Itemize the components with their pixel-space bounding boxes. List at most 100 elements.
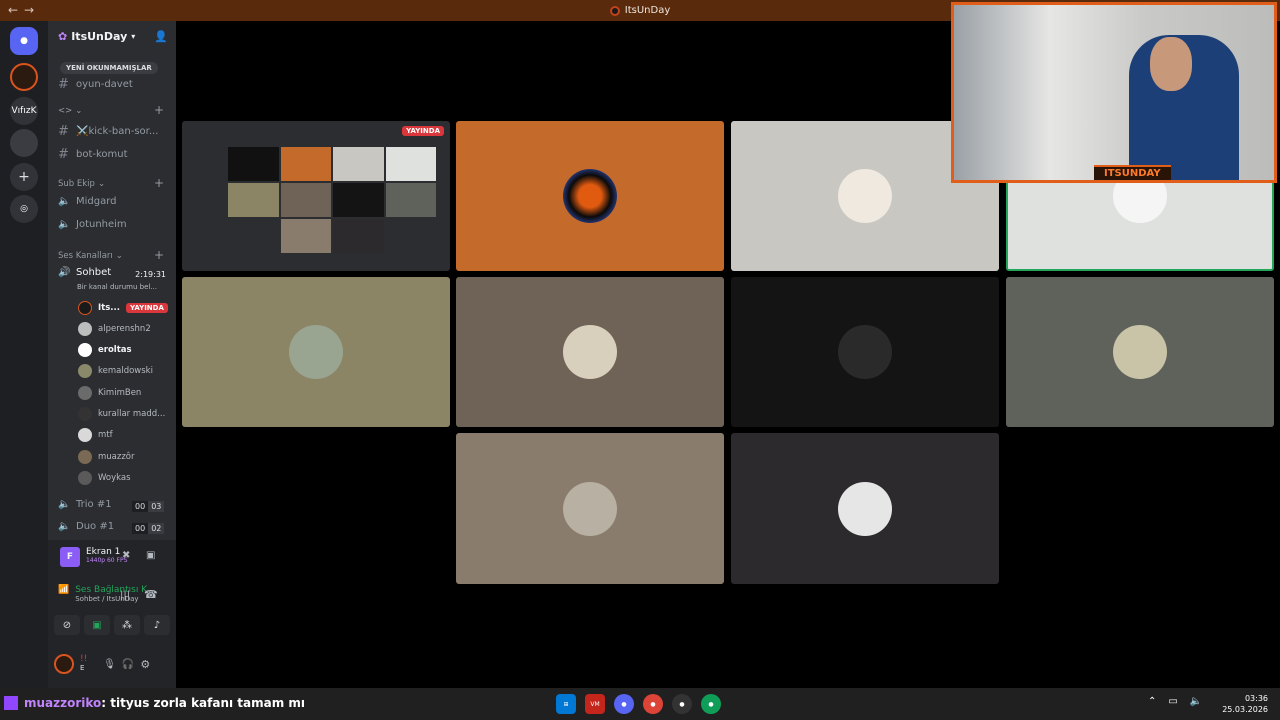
category-sub-ekip[interactable]: Sub Ekip ⌄ [58,179,105,189]
window-title: ItsUnDay [624,5,671,16]
chevron-down-icon: ▾ [131,32,136,41]
soundboard-button[interactable]: ♪ [144,615,170,635]
invite-user-icon[interactable]: 👤 [154,30,168,43]
voice-panel: F Ekran 1 1440p 60 FPS ✖ ▣ 📶 Ses Bağlantı… [48,540,176,688]
category-voice[interactable]: Ses Kanalları ⌄ [58,251,123,261]
twitch-icon [4,696,18,710]
noise-icon[interactable]: ||| [120,590,130,601]
clock[interactable]: 03:36 25.03.2026 [1222,693,1268,715]
live-badge: YAYINDA [402,126,444,136]
video-tile[interactable] [456,277,724,427]
avatar [838,169,892,223]
server-folder-icon[interactable] [10,129,38,157]
avatar[interactable] [54,654,74,674]
video-tile[interactable] [731,433,999,584]
video-tile[interactable] [456,121,724,271]
avatar [563,481,617,536]
server-name: ItsUnDay [71,30,128,43]
voice-channel-sohbet[interactable]: 🔊 Sohbet [58,267,111,278]
add-server-icon[interactable]: + [10,163,38,191]
mic-icon[interactable]: 🎙 [103,659,116,670]
screen-share-button[interactable]: ▣ [84,615,110,635]
voice-user[interactable]: eroltas [78,340,132,360]
server-rail: ● VıfızK + ◎ [0,21,48,688]
activities-button[interactable]: ⁂ [114,615,140,635]
avatar [563,169,617,223]
headphones-icon[interactable]: 🎧 [122,659,134,670]
network-icon[interactable]: ▭ [1168,696,1177,707]
hash-icon: # [58,147,69,162]
volume-icon[interactable]: 🔈 [1190,696,1202,707]
voice-user[interactable]: kemaldowski [78,361,153,381]
avatar [78,428,92,442]
voice-user[interactable]: kurallar madd... [78,404,165,424]
voice-user[interactable]: alperenshn2 [78,319,151,339]
screen-share-info: F Ekran 1 1440p 60 FPS [60,547,127,567]
server-itsunday-icon[interactable] [10,63,38,91]
server-header[interactable]: ✿ ItsUnDay ▾ [58,30,135,43]
stream-tile[interactable]: YAYINDA [182,121,450,271]
user-bar: !! E 🎙 🎧 ⚙ [54,652,170,676]
disconnect-icon[interactable]: ☎ [144,588,158,601]
live-badge: YAYINDA [125,303,168,313]
discord-icon[interactable]: ● [614,694,634,714]
voice-user[interactable]: KimimBen [78,383,141,403]
streamer-head [1150,37,1192,91]
add-channel-icon[interactable]: + [154,176,164,190]
screen-icon: F [60,547,80,567]
windows-start-icon[interactable]: ⊞ [556,694,576,714]
speaker-icon: 🔈 [58,499,71,510]
new-unread-pill[interactable]: YENİ OKUNMAMIŞLAR [60,62,158,74]
avatar [78,407,92,421]
avatar [289,325,343,379]
avatar [78,343,92,357]
voice-user[interactable]: Its... YAYINDA [78,298,168,318]
voice-user[interactable]: Woykas [78,468,131,488]
video-tile[interactable] [1006,277,1274,427]
chrome-icon-2[interactable]: ● [701,694,721,714]
chrome-icon[interactable]: ● [643,694,663,714]
user-count: 00 03 [132,501,165,512]
category-header[interactable]: <> ⌄ [58,106,82,116]
voice-user[interactable]: mtf [78,425,113,445]
chat-user: muazzoriko [24,696,102,710]
system-tray: ⌃ ▭ 🔈 [1148,696,1202,707]
video-tile[interactable] [456,433,724,584]
server-vifizk[interactable]: VıfızK [10,97,38,125]
camera-off-button[interactable]: ⊘ [54,615,80,635]
taskbar: muazzoriko : tityus zorla kafanı tamam m… [0,688,1280,720]
channel-bot-komut[interactable]: # bot-komut [58,147,128,162]
channel-status[interactable]: Bir kanal durumu bel... [77,283,157,291]
voice-channel-trio[interactable]: 🔈 Trio #1 [58,499,112,510]
nav-arrows[interactable]: ←→ [8,3,40,17]
channel-kick-ban[interactable]: # ⚔️kick-ban-sor... [58,124,158,139]
tray-expand-icon[interactable]: ⌃ [1148,696,1156,707]
avatar [78,471,92,485]
speaker-icon: 🔈 [58,521,71,532]
popout-icon[interactable]: ▣ [146,550,155,561]
channel-oyun-davet[interactable]: # oyun-davet [58,77,133,92]
chat-message: : tityus zorla kafanı tamam mı [101,696,306,710]
voice-actions: ⊘ ▣ ⁂ ♪ [54,615,170,635]
stop-share-icon[interactable]: ✖ [122,550,130,561]
voice-channel-duo[interactable]: 🔈 Duo #1 [58,521,114,532]
discover-icon[interactable]: ◎ [10,195,38,223]
avatar [78,322,92,336]
channel-midgard[interactable]: 🔈 Midgard [58,196,117,207]
video-tile[interactable] [182,277,450,427]
settings-gear-icon[interactable]: ⚙ [140,658,150,671]
avatar [838,481,892,536]
obs-icon[interactable]: ● [672,694,692,714]
add-channel-icon[interactable]: + [154,103,164,117]
hash-icon: # [58,124,69,139]
avatar [78,450,92,464]
hash-icon: # [58,77,69,92]
speaker-icon: 🔈 [58,219,71,230]
channel-jotunheim[interactable]: 🔈 Jotunheim [58,219,127,230]
voice-user[interactable]: muazzôr [78,447,135,467]
discord-home-icon[interactable]: ● [10,27,38,55]
add-channel-icon[interactable]: + [154,248,164,262]
taskbar-apps: ⊞ VM ● ● ● ● [556,694,721,714]
voicemeeter-icon[interactable]: VM [585,694,605,714]
video-tile[interactable] [731,277,999,427]
